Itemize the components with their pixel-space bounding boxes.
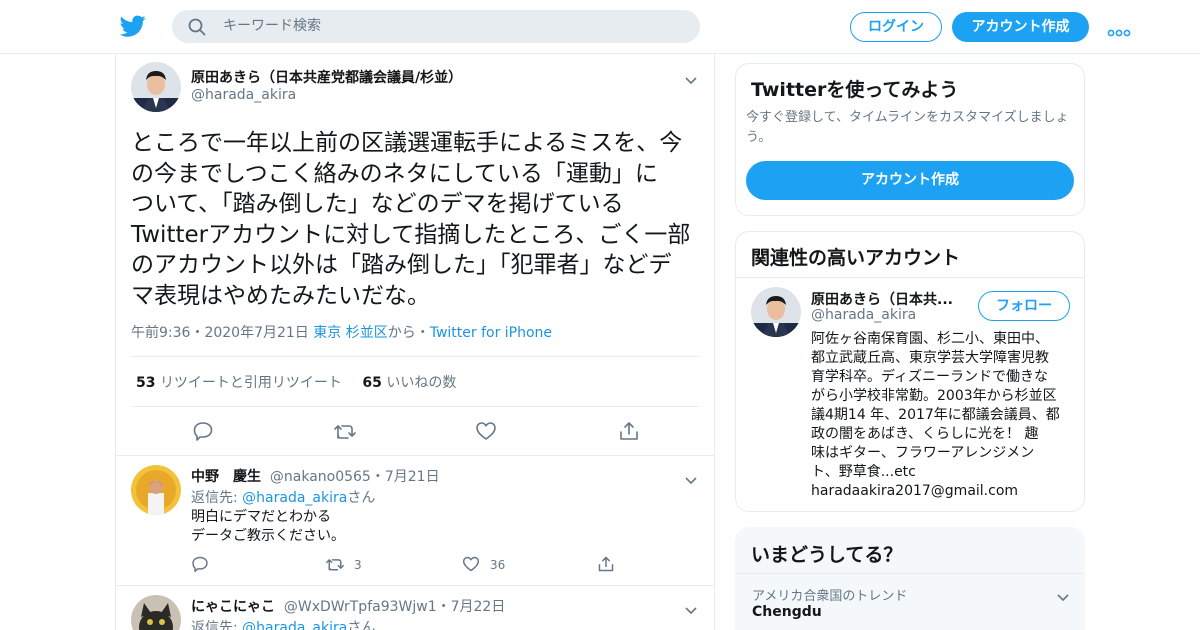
top-navigation-bar: キーワード検索 ログイン アカウント作成 bbox=[0, 0, 1200, 54]
replying-to: 返信先: @harada_akiraさん bbox=[191, 617, 375, 630]
try-twitter-card: Twitterを使ってみよう 今すぐ登録して、タイムラインをカスタマイズしましょ… bbox=[735, 63, 1085, 216]
reply-avatar[interactable] bbox=[131, 595, 181, 630]
search-icon bbox=[188, 18, 206, 36]
like-stat[interactable]: 65 いいねの数 bbox=[362, 375, 456, 391]
reply-icon[interactable] bbox=[191, 555, 209, 573]
replying-to-suffix: さん bbox=[347, 620, 376, 630]
location-suffix: から bbox=[387, 325, 416, 341]
retweet-icon[interactable] bbox=[333, 420, 356, 442]
follow-button[interactable]: フォロー bbox=[978, 291, 1070, 321]
divider bbox=[116, 585, 714, 586]
main-timeline-column: 原田あきら（日本共産党都議会議員/杉並） @harada_akira ところで一… bbox=[115, 54, 715, 630]
author-name[interactable]: 原田あきら（日本共産党都議会議員/杉並） bbox=[191, 67, 462, 87]
tweet-location[interactable]: 東京 杉並区 bbox=[313, 325, 387, 341]
author-handle[interactable]: @harada_akira bbox=[191, 87, 296, 103]
divider bbox=[131, 356, 699, 357]
meta-separator: ・ bbox=[190, 325, 205, 341]
replying-to-prefix: 返信先: bbox=[191, 620, 243, 630]
trends-card: いまどうしてる？ アメリカ合衆国のトレンド Chengdu bbox=[735, 527, 1085, 630]
replying-to-suffix: さん bbox=[347, 490, 376, 506]
reply-text: 明白にデマだとわかる データご教示ください。 bbox=[191, 509, 345, 544]
related-account-name[interactable]: 原田あきら（日本共... bbox=[811, 289, 953, 309]
tweet-meta: 午前9:36・2020年7月21日 東京 杉並区から・Twitter for i… bbox=[131, 322, 552, 342]
replying-to-link[interactable]: @harada_akira bbox=[242, 490, 347, 506]
like-stat-label: いいねの数 bbox=[386, 375, 457, 391]
try-twitter-title: Twitterを使ってみよう bbox=[751, 79, 959, 101]
trend-name[interactable]: Chengdu bbox=[752, 604, 822, 620]
replying-to-prefix: 返信先: bbox=[191, 490, 243, 506]
share-icon[interactable] bbox=[597, 555, 615, 573]
share-icon[interactable] bbox=[618, 420, 640, 442]
reply-handle[interactable]: @nakano0565 bbox=[270, 469, 371, 485]
trends-title: いまどうしてる？ bbox=[751, 544, 903, 566]
search-input-placeholder[interactable]: キーワード検索 bbox=[223, 18, 321, 35]
search-box[interactable]: キーワード検索 bbox=[172, 10, 700, 43]
retweet-stat-label: リツイートと引用リツイート bbox=[159, 375, 342, 391]
replying-to-link[interactable]: @harada_akira bbox=[242, 620, 347, 630]
signup-button[interactable]: アカウント作成 bbox=[952, 12, 1089, 42]
chevron-down-icon[interactable] bbox=[1056, 588, 1070, 602]
chevron-down-icon[interactable] bbox=[684, 71, 698, 85]
divider bbox=[116, 455, 714, 456]
divider bbox=[736, 277, 1084, 278]
reply-avatar[interactable] bbox=[131, 465, 181, 515]
related-accounts-title: 関連性の高いアカウント bbox=[751, 247, 961, 269]
tweet-time[interactable]: 午前9:36 bbox=[131, 325, 190, 341]
login-button[interactable]: ログイン bbox=[850, 12, 942, 42]
retweet-stat[interactable]: 53 リツイートと引用リツイート bbox=[136, 375, 342, 391]
tweet-source[interactable]: Twitter for iPhone bbox=[430, 325, 552, 341]
tweet-stats: 53 リツイートと引用リツイート 65 いいねの数 bbox=[136, 372, 456, 392]
twitter-bird-icon[interactable] bbox=[119, 13, 147, 39]
related-account-bio: 阿佐ヶ谷南保育園、杉二小、東田中、 都立武蔵丘高、東京学芸大学障害児教 育学科卒… bbox=[811, 331, 1060, 499]
reply-like-count: 36 bbox=[490, 558, 506, 572]
chevron-down-icon[interactable] bbox=[684, 471, 698, 485]
divider bbox=[736, 573, 1084, 574]
chevron-down-icon[interactable] bbox=[684, 601, 698, 615]
reply-retweet-count: 3 bbox=[354, 558, 362, 572]
reply-author-name: 中野 慶生 @nakano0565・7月21日 bbox=[191, 466, 440, 486]
signup-button[interactable]: アカウント作成 bbox=[746, 161, 1074, 200]
retweet-icon[interactable] bbox=[325, 555, 345, 573]
reply-handle[interactable]: @WxDWrTpfa93Wjw1 bbox=[284, 599, 437, 615]
tweet-text: ところで一年以上前の区議選運転手によるミスを、今 の今までしつこく絡みのネタにし… bbox=[131, 130, 691, 309]
meta-separator: ・ bbox=[370, 469, 385, 485]
related-account-handle[interactable]: @harada_akira bbox=[811, 307, 916, 323]
reply-date[interactable]: 7月22日 bbox=[451, 599, 506, 615]
tweet-date[interactable]: 2020年7月21日 bbox=[204, 325, 308, 341]
replying-to: 返信先: @harada_akiraさん bbox=[191, 487, 375, 507]
author-avatar[interactable] bbox=[131, 62, 181, 112]
related-accounts-card: 関連性の高いアカウント 原田あきら（日本共... @harada_akira フ… bbox=[735, 231, 1085, 512]
like-heart-icon[interactable] bbox=[475, 420, 497, 442]
reply-icon[interactable] bbox=[192, 420, 214, 442]
like-heart-icon[interactable] bbox=[462, 555, 480, 573]
reply-author-name: にゃこにゃこ @WxDWrTpfa93Wjw1・7月22日 bbox=[191, 596, 505, 616]
meta-separator: ・ bbox=[436, 599, 451, 615]
retweet-count: 53 bbox=[136, 375, 156, 391]
reply-name[interactable]: にゃこにゃこ bbox=[191, 599, 275, 615]
reply-name[interactable]: 中野 慶生 bbox=[191, 469, 261, 485]
try-twitter-subtitle: 今すぐ登録して、タイムラインをカスタマイズしましょう。 bbox=[746, 110, 1069, 145]
related-account-avatar[interactable] bbox=[751, 287, 801, 337]
reply-date[interactable]: 7月21日 bbox=[385, 469, 440, 485]
like-count: 65 bbox=[362, 375, 382, 391]
more-dots-icon[interactable] bbox=[1107, 22, 1131, 37]
trend-context: アメリカ合衆国のトレンド bbox=[752, 589, 908, 604]
meta-separator: ・ bbox=[415, 325, 430, 341]
divider bbox=[131, 406, 699, 407]
